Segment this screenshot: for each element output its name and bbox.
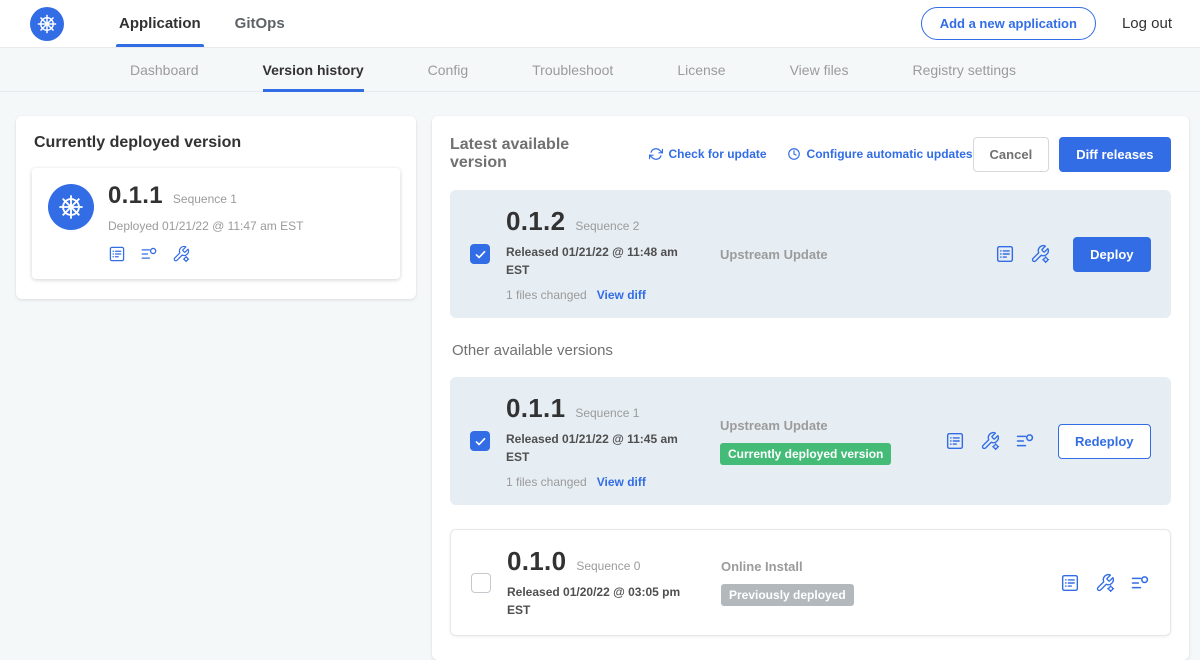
checkmark-icon <box>474 248 487 261</box>
version-number: 0.1.0 <box>507 546 566 577</box>
version-sequence: Sequence 2 <box>575 219 639 233</box>
diff-releases-button[interactable]: Diff releases <box>1059 137 1170 172</box>
view-files-icon[interactable] <box>1015 431 1035 451</box>
tab-dashboard-label: Dashboard <box>130 62 199 78</box>
version-checkbox[interactable] <box>470 244 490 264</box>
version-source: Online Install <box>721 559 946 574</box>
version-sequence: Sequence 0 <box>576 559 640 573</box>
deployed-version-card: 0.1.1 Sequence 1 Deployed 01/21/22 @ 11:… <box>32 168 400 279</box>
tab-license-label: License <box>677 62 725 78</box>
topnav-tabs: Application GitOps <box>102 0 302 47</box>
version-released: Released 01/20/22 @ 03:05 pm EST <box>507 583 697 619</box>
version-released: Released 01/21/22 @ 11:48 am EST <box>506 243 696 279</box>
latest-version-header: Latest available version Check for updat… <box>450 136 1171 172</box>
configure-updates-link[interactable]: Configure automatic updates <box>787 147 973 161</box>
check-for-update-link[interactable]: Check for update <box>649 147 767 161</box>
edit-config-icon[interactable] <box>1095 573 1115 593</box>
main-content: Currently deployed version 0.1.1 Sequenc… <box>0 92 1200 660</box>
add-application-button[interactable]: Add a new application <box>921 7 1096 40</box>
latest-version-title: Latest available version <box>450 136 629 172</box>
tab-config-label: Config <box>428 62 468 78</box>
auto-updates-icon <box>787 147 801 161</box>
view-diff-link[interactable]: View diff <box>597 475 646 489</box>
tab-application[interactable]: Application <box>102 0 218 47</box>
deploy-button[interactable]: Deploy <box>1073 237 1150 272</box>
cancel-button[interactable]: Cancel <box>973 137 1050 172</box>
version-sequence: Sequence 1 <box>575 406 639 420</box>
release-notes-icon[interactable] <box>945 431 965 451</box>
deployed-sequence-label: Sequence 1 <box>173 192 237 206</box>
check-update-icon <box>649 147 663 161</box>
header-actions: Cancel Diff releases <box>973 137 1171 172</box>
version-row-0-1-1: 0.1.1 Sequence 1 Released 01/21/22 @ 11:… <box>450 377 1171 505</box>
deployed-panel-title: Currently deployed version <box>34 134 400 152</box>
configure-updates-label: Configure automatic updates <box>807 147 973 161</box>
tab-version-history-label: Version history <box>263 62 364 78</box>
tab-registry-settings[interactable]: Registry settings <box>912 48 1015 91</box>
deployed-timestamp: Deployed 01/21/22 @ 11:47 am EST <box>108 219 303 233</box>
tab-config[interactable]: Config <box>428 48 468 91</box>
version-checkbox[interactable] <box>471 573 491 593</box>
edit-config-icon[interactable] <box>1030 244 1050 264</box>
version-checkbox[interactable] <box>470 431 490 451</box>
view-diff-link[interactable]: View diff <box>597 288 646 302</box>
version-history-panel: Latest available version Check for updat… <box>432 116 1189 660</box>
release-notes-icon[interactable] <box>1060 573 1080 593</box>
edit-config-icon[interactable] <box>980 431 1000 451</box>
redeploy-button[interactable]: Redeploy <box>1058 424 1151 459</box>
version-row-0-1-0: 0.1.0 Sequence 0 Released 01/20/22 @ 03:… <box>450 529 1171 636</box>
deployed-version-number: 0.1.1 <box>108 182 163 210</box>
files-changed-label: 1 files changed <box>506 288 587 302</box>
tab-dashboard[interactable]: Dashboard <box>130 48 199 91</box>
check-for-update-label: Check for update <box>669 147 767 161</box>
tab-application-label: Application <box>119 15 201 32</box>
version-released: Released 01/21/22 @ 11:45 am EST <box>506 430 696 466</box>
top-navbar: Application GitOps Add a new application… <box>0 0 1200 48</box>
version-number: 0.1.2 <box>506 206 565 237</box>
topnav-right: Add a new application Log out <box>921 7 1172 40</box>
tab-view-files[interactable]: View files <box>790 48 849 91</box>
view-files-icon[interactable] <box>1130 573 1150 593</box>
version-number: 0.1.1 <box>506 393 565 424</box>
checkmark-icon <box>474 435 487 448</box>
kubernetes-logo-icon <box>30 7 64 41</box>
files-changed-label: 1 files changed <box>506 475 587 489</box>
currently-deployed-badge: Currently deployed version <box>720 443 891 465</box>
tab-troubleshoot-label: Troubleshoot <box>532 62 613 78</box>
version-row-0-1-2: 0.1.2 Sequence 2 Released 01/21/22 @ 11:… <box>450 190 1171 318</box>
release-notes-icon[interactable] <box>108 245 126 263</box>
version-source: Upstream Update <box>720 247 945 262</box>
app-subnav: Dashboard Version history Config Trouble… <box>0 48 1200 92</box>
tab-license[interactable]: License <box>677 48 725 91</box>
tab-troubleshoot[interactable]: Troubleshoot <box>532 48 613 91</box>
release-notes-icon[interactable] <box>995 244 1015 264</box>
other-versions-title: Other available versions <box>452 342 1169 359</box>
previously-deployed-badge: Previously deployed <box>721 584 854 606</box>
tab-gitops[interactable]: GitOps <box>218 0 302 47</box>
version-source: Upstream Update <box>720 418 945 433</box>
logout-link[interactable]: Log out <box>1122 15 1172 32</box>
edit-config-icon[interactable] <box>172 245 190 263</box>
currently-deployed-panel: Currently deployed version 0.1.1 Sequenc… <box>16 116 416 299</box>
tab-version-history[interactable]: Version history <box>263 48 364 91</box>
tab-registry-settings-label: Registry settings <box>912 62 1015 78</box>
tab-view-files-label: View files <box>790 62 849 78</box>
view-files-icon[interactable] <box>140 245 158 263</box>
tab-gitops-label: GitOps <box>235 15 285 32</box>
app-logo-icon <box>48 184 94 230</box>
